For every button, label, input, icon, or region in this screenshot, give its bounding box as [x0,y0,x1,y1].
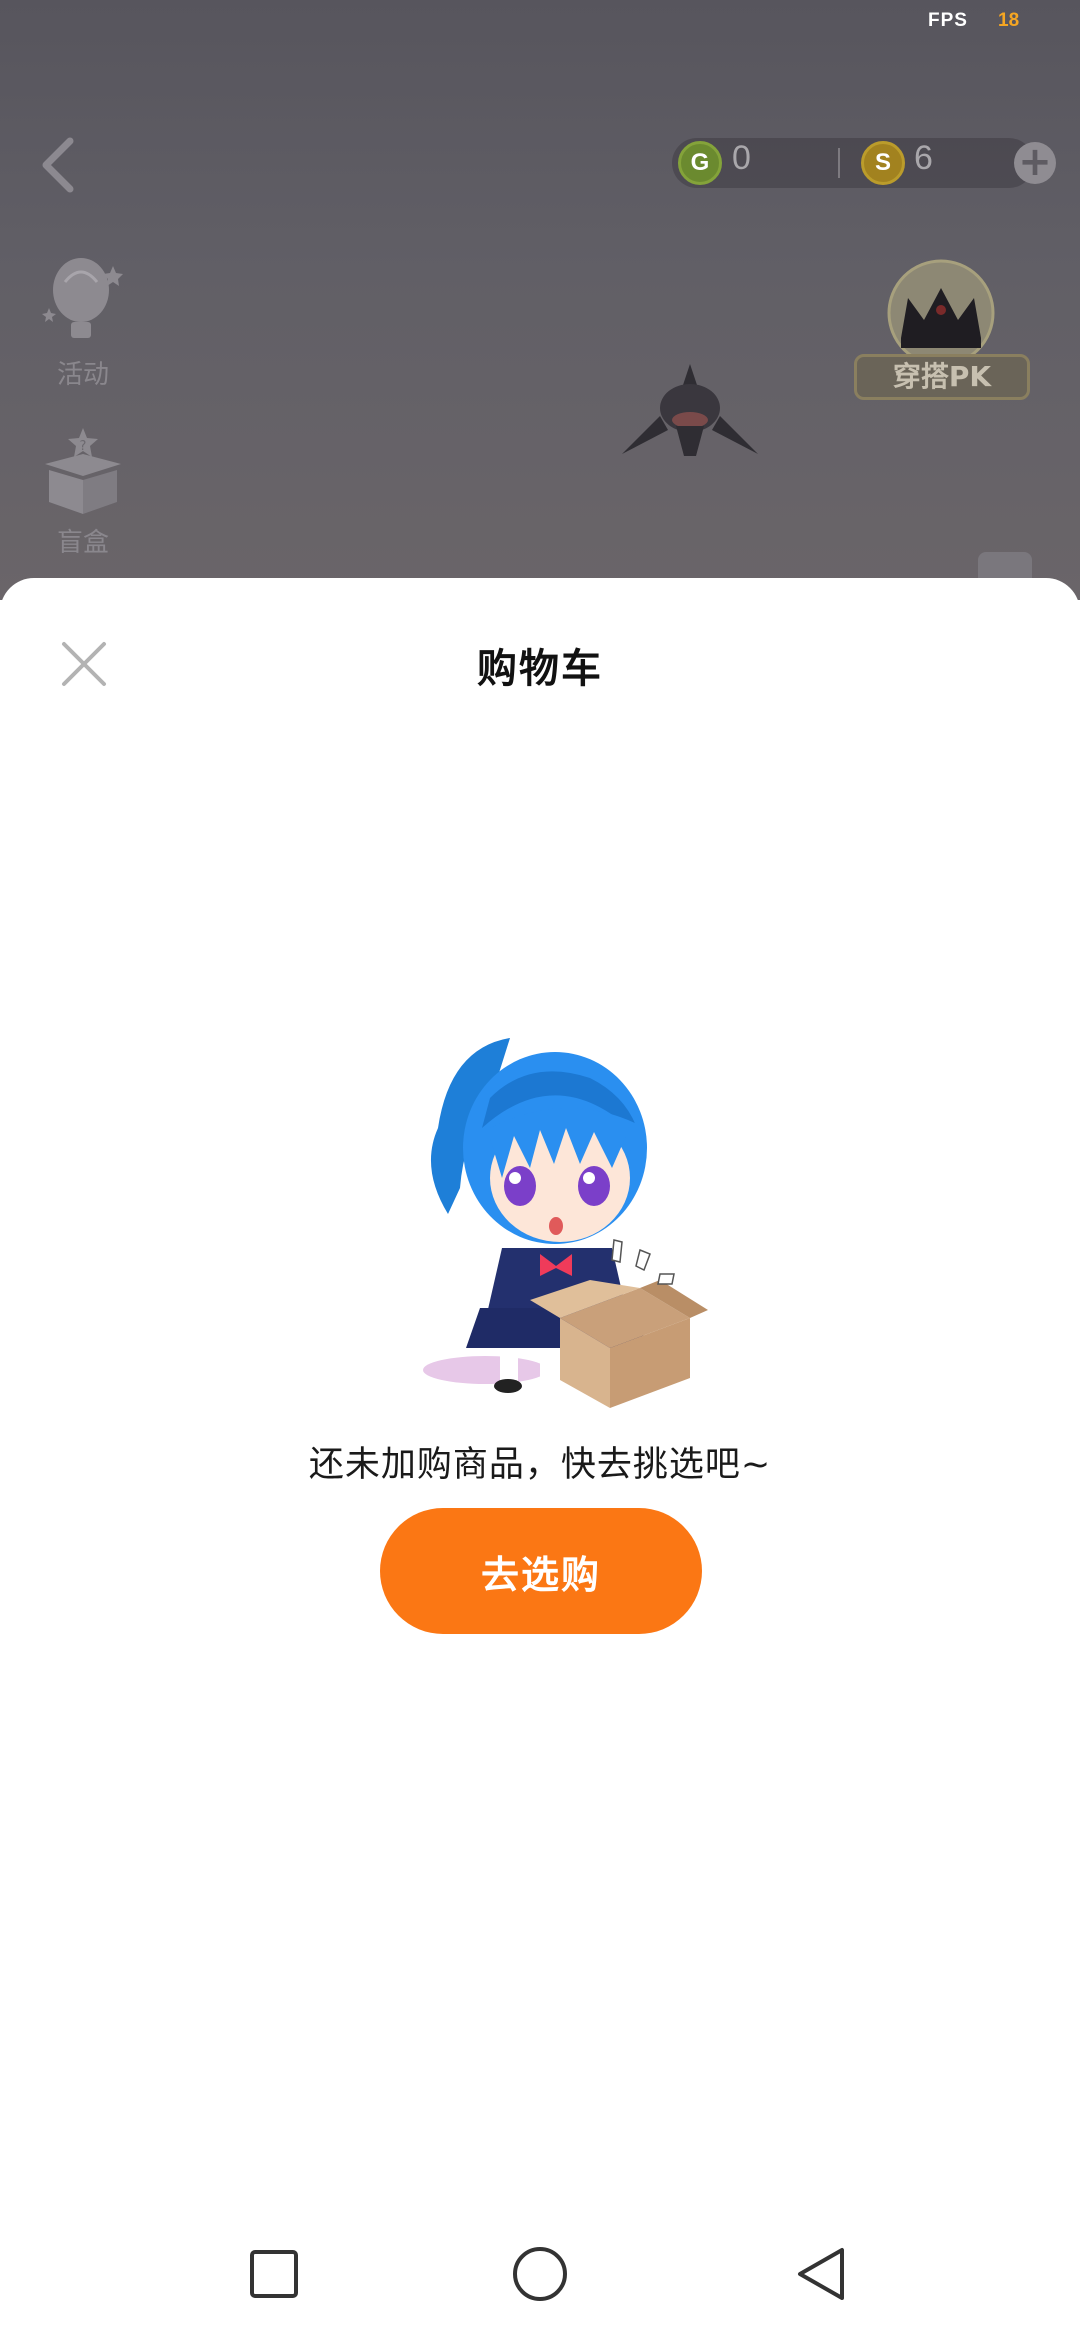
shark-character [622,364,758,456]
currency-bar [672,138,1034,188]
system-nav-bar [0,2208,1080,2340]
activity-entry[interactable]: 活动 [28,252,138,391]
back-button[interactable] [30,130,86,200]
empty-cart-message: 还未加购商品，快去挑选吧~ [308,1445,772,1485]
outfit-pk-entry[interactable]: 穿搭PK [848,258,1034,408]
blind-box-icon: ? [45,428,121,514]
s-coin-value: 6 [914,139,933,177]
blind-box-entry[interactable]: ? 盲盒 [28,424,138,559]
currency-divider [838,148,840,178]
chevron-left-icon [42,137,74,193]
g-coin-icon: G [678,141,722,185]
activity-label: 活动 [56,360,109,390]
balloon-icon [42,258,123,338]
svg-text:?: ? [80,439,87,454]
shopping-cart-sheet: 购物车 还未加购商品，快去挑选吧~ 去选购 [0,578,1080,2208]
plus-icon: + [1018,139,1052,185]
s-coin-icon: S [861,141,905,185]
add-currency-button[interactable]: + [1014,142,1056,184]
circle-icon [513,2247,567,2301]
square-icon [250,2250,298,2298]
outfit-pk-label: 穿搭PK [854,354,1030,400]
go-shopping-button[interactable]: 去选购 [380,1508,702,1634]
crown-icon [887,259,995,367]
game-background: FPS 18 G 0 S 6 + 活动 ? 盲盒 穿搭PK [0,0,1080,600]
home-button[interactable] [510,2244,570,2304]
fps-value: 18 [998,10,1020,31]
sheet-title: 购物车 [477,646,603,692]
g-coin-value: 0 [732,139,751,177]
empty-cart-illustration [423,1038,708,1408]
fps-label: FPS [928,10,968,31]
triangle-back-icon [798,2248,844,2300]
recent-apps-button[interactable] [244,2244,304,2304]
back-nav-button[interactable] [792,2244,852,2304]
blind-box-label: 盲盒 [56,528,109,558]
